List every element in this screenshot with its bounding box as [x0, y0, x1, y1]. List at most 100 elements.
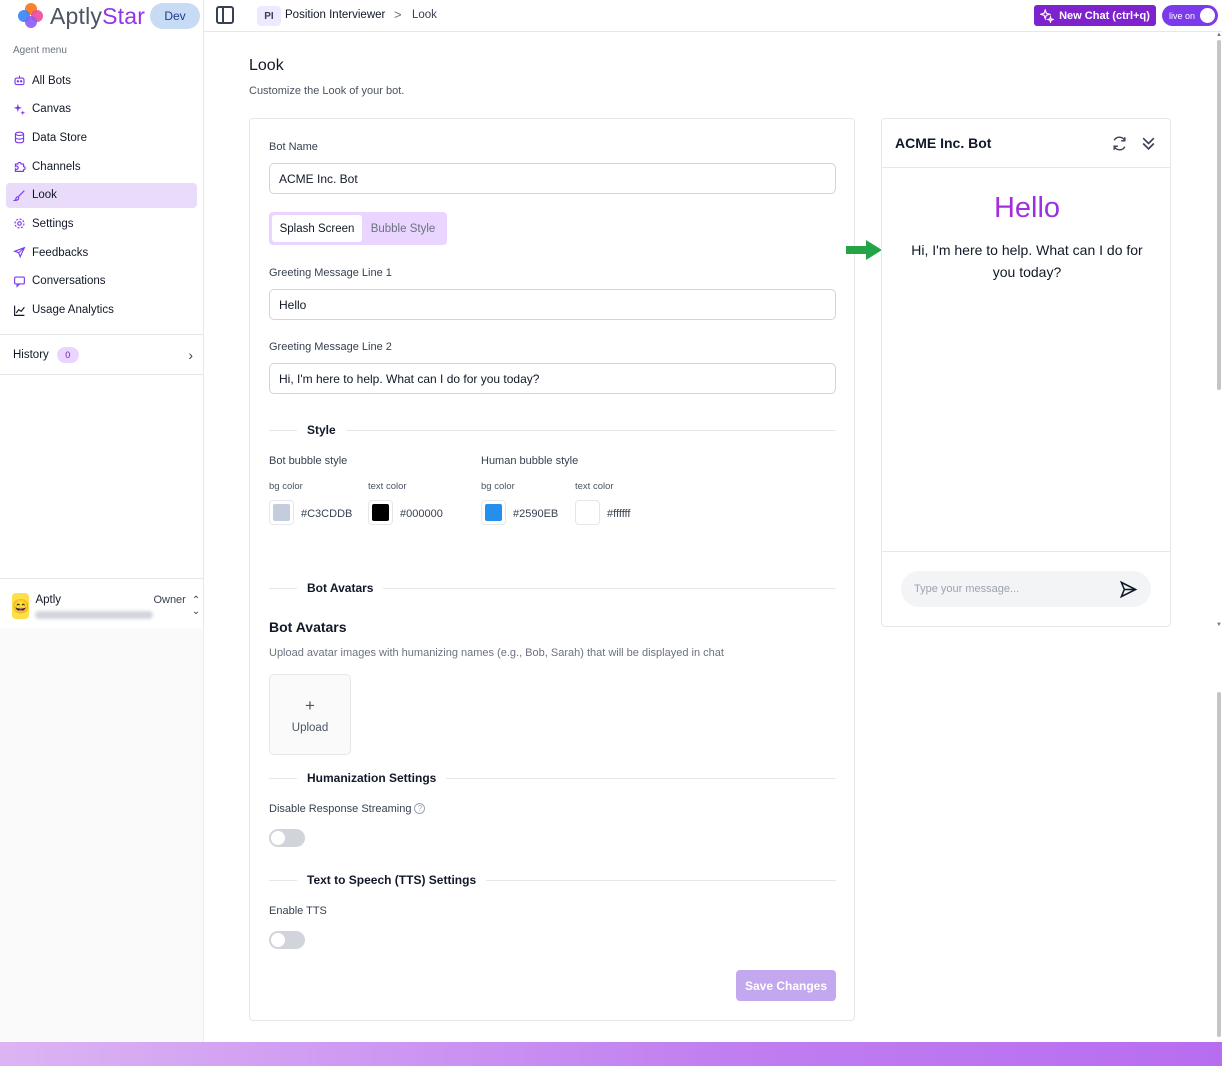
sidebar-item-channels[interactable]: Channels: [6, 154, 197, 179]
sidebar: AptlyStar Dev Agent menu All Bots Canvas…: [0, 0, 204, 628]
gear-icon: [13, 217, 26, 230]
sparkles-icon: [13, 103, 26, 116]
sidebar-item-usage-analytics[interactable]: Usage Analytics: [6, 298, 197, 323]
env-badge[interactable]: Dev: [150, 3, 200, 29]
enable-tts-toggle[interactable]: [269, 931, 305, 949]
section-title: Text to Speech (TTS) Settings: [307, 873, 477, 887]
bottom-gradient-bar: [0, 1042, 1222, 1066]
scroll-down-icon[interactable]: ▼: [1216, 622, 1222, 628]
avatars-title: Bot Avatars: [269, 619, 347, 635]
save-changes-button[interactable]: Save Changes: [736, 970, 836, 1001]
avatars-description: Upload avatar images with humanizing nam…: [269, 647, 724, 659]
puzzle-icon: [13, 160, 26, 173]
scrollbar-thumb[interactable]: [1217, 692, 1221, 1037]
chat-input-area: Type your message...: [882, 551, 1170, 626]
bot-name-label: Bot Name: [269, 141, 318, 153]
sidebar-item-canvas[interactable]: Canvas: [6, 97, 197, 122]
user-menu[interactable]: 😄 Aptly Owner ⌃ ⌄: [12, 590, 200, 622]
page-subtitle: Customize the Look of your bot.: [249, 85, 405, 97]
page-title: Look: [249, 57, 284, 74]
breadcrumb-parent[interactable]: Position Interviewer: [285, 9, 385, 21]
sidebar-item-data-store[interactable]: Data Store: [6, 125, 197, 150]
toggle-knob: [1200, 8, 1215, 23]
avatars-section-header: Bot Avatars: [269, 580, 836, 596]
greeting-line2-input[interactable]: Hi, I'm here to help. What can I do for …: [269, 363, 836, 394]
human-text-color-label: text color: [575, 481, 614, 492]
humanization-section-header: Humanization Settings: [269, 770, 836, 786]
human-text-color-swatch[interactable]: [575, 500, 600, 525]
sidebar-item-label: Data Store: [32, 131, 87, 144]
send-icon: [13, 246, 26, 259]
sidebar-item-label: Look: [32, 189, 57, 202]
bot-bg-color-value: #C3CDDB: [301, 508, 353, 520]
live-toggle[interactable]: live on: [1162, 5, 1218, 26]
sidebar-item-settings[interactable]: Settings: [6, 211, 197, 236]
greeting-line2-label: Greeting Message Line 2: [269, 341, 392, 353]
tab-bubble-style[interactable]: Bubble Style: [362, 215, 444, 242]
user-email-blurred: [35, 610, 154, 619]
tab-splash-screen[interactable]: Splash Screen: [272, 215, 362, 242]
brush-icon: [13, 189, 26, 202]
scrollbar-thumb[interactable]: [1217, 40, 1221, 390]
sidebar-item-feedbacks[interactable]: Feedbacks: [6, 240, 197, 265]
live-toggle-label: live on: [1169, 10, 1196, 21]
bot-text-color-swatch[interactable]: [368, 500, 393, 525]
brand-name: AptlyStar: [50, 2, 146, 29]
sidebar-item-label: Channels: [32, 160, 81, 173]
human-bubble-style-label: Human bubble style: [481, 455, 579, 467]
new-chat-label: New Chat (ctrl+q): [1059, 9, 1150, 22]
bot-name-input[interactable]: ACME Inc. Bot: [269, 163, 836, 194]
chat-preview-header: ACME Inc. Bot: [882, 119, 1170, 168]
chat-message-input[interactable]: Type your message...: [901, 571, 1151, 607]
enable-tts-label: Enable TTS: [269, 905, 327, 917]
user-role: Owner: [153, 594, 186, 606]
agent-nav: All Bots Canvas Data Store Channels Look…: [6, 68, 197, 326]
bot-icon: [13, 74, 26, 87]
sidebar-toggle-icon[interactable]: [216, 6, 234, 24]
breadcrumb-badge: PI: [257, 6, 281, 26]
refresh-icon[interactable]: [1111, 135, 1128, 152]
chevrons-down-icon[interactable]: [1140, 135, 1157, 152]
sidebar-item-all-bots[interactable]: All Bots: [6, 68, 197, 93]
sidebar-item-label: Settings: [32, 217, 74, 230]
chat-icon: [13, 275, 26, 288]
send-icon[interactable]: [1119, 580, 1138, 599]
sidebar-item-look[interactable]: Look: [6, 182, 197, 208]
disable-streaming-label: Disable Response Streaming?: [269, 803, 426, 815]
human-bg-color-swatch[interactable]: [481, 500, 506, 525]
tts-section-header: Text to Speech (TTS) Settings: [269, 872, 836, 888]
scroll-up-icon[interactable]: ▲: [1216, 32, 1222, 38]
new-chat-button[interactable]: New Chat (ctrl+q): [1034, 5, 1156, 26]
human-bg-color-value: #2590EB: [513, 508, 559, 520]
section-title: Style: [307, 423, 336, 437]
history-section[interactable]: History 0 ›: [13, 343, 193, 367]
arrow-right-icon: [846, 240, 882, 260]
sidebar-item-conversations[interactable]: Conversations: [6, 269, 197, 294]
line-chart-icon: [13, 304, 26, 317]
agent-menu-label: Agent menu: [13, 45, 67, 56]
bot-text-color-label: text color: [368, 481, 407, 492]
look-tabs: Splash Screen Bubble Style: [269, 212, 447, 245]
database-icon: [13, 131, 26, 144]
history-label: History: [13, 349, 49, 361]
toggle-knob: [271, 831, 285, 845]
bot-bg-color-swatch[interactable]: [269, 500, 294, 525]
human-bg-color-label: bg color: [481, 481, 515, 492]
sidebar-divider: [0, 374, 204, 375]
sparkles-icon: [1040, 8, 1055, 23]
sidebar-item-label: Feedbacks: [32, 246, 89, 259]
disable-streaming-toggle[interactable]: [269, 829, 305, 847]
sidebar-item-label: Conversations: [32, 275, 106, 288]
chat-preview: ACME Inc. Bot Hello Hi, I'm here to help…: [881, 118, 1171, 627]
help-icon[interactable]: ?: [414, 803, 426, 814]
sidebar-item-label: All Bots: [32, 74, 71, 87]
user-name: Aptly: [35, 593, 62, 606]
sidebar-divider: [0, 578, 204, 579]
upload-avatar-button[interactable]: + Upload: [269, 674, 351, 755]
section-title: Bot Avatars: [307, 581, 374, 595]
plus-icon: +: [305, 695, 315, 715]
brand-logo[interactable]: AptlyStar: [18, 2, 145, 30]
page-scrollbar[interactable]: ▲ ▼: [1214, 32, 1222, 1042]
greeting-line1-input[interactable]: Hello: [269, 289, 836, 320]
sidebar-divider: [0, 334, 204, 335]
